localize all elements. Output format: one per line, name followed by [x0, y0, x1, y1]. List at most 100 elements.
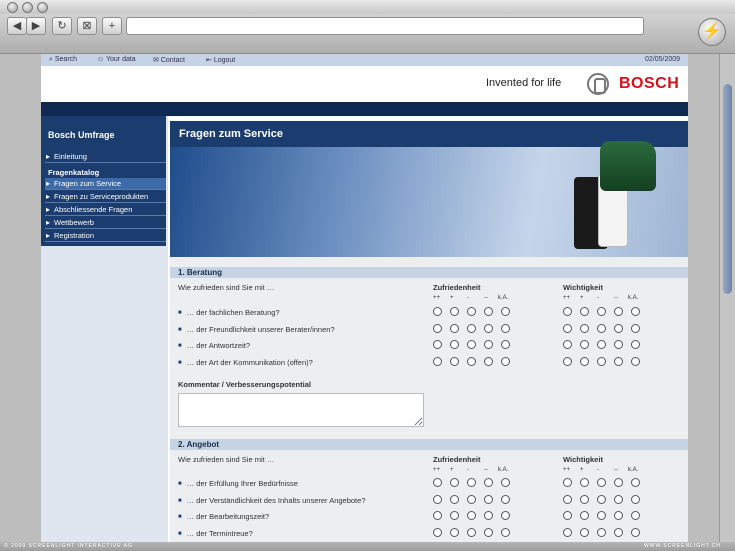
sidebar-item-einleitung[interactable]: Einleitung — [45, 151, 166, 163]
satisfaction-radio[interactable] — [433, 307, 442, 316]
satisfaction-radio[interactable] — [433, 323, 442, 333]
your-data-link[interactable]: ☺ Your data — [97, 56, 136, 63]
satisfaction-radio[interactable] — [501, 340, 510, 349]
satisfaction-radio[interactable] — [433, 494, 442, 504]
importance-radio[interactable] — [580, 527, 589, 537]
satisfaction-radio[interactable] — [467, 494, 476, 504]
forward-button[interactable]: ▶ — [26, 17, 46, 35]
importance-radio[interactable] — [580, 494, 589, 504]
satisfaction-radio[interactable] — [501, 494, 510, 504]
importance-radio[interactable] — [597, 511, 606, 520]
importance-radio[interactable] — [563, 527, 572, 537]
new-tab-button[interactable]: + — [102, 17, 122, 35]
satisfaction-radio[interactable] — [484, 527, 493, 537]
importance-radio[interactable] — [631, 307, 640, 316]
bosch-logo[interactable]: BOSCH — [619, 75, 679, 93]
satisfaction-radio[interactable] — [501, 527, 510, 537]
importance-radio[interactable] — [563, 494, 572, 504]
importance-radio[interactable] — [597, 307, 606, 316]
satisfaction-radio[interactable] — [467, 478, 476, 487]
satisfaction-radio[interactable] — [484, 511, 493, 520]
importance-radio[interactable] — [614, 478, 623, 487]
sidebar-item-wettbewerb[interactable]: Wettbewerb — [45, 217, 166, 229]
importance-radio[interactable] — [563, 307, 572, 316]
importance-radio[interactable] — [631, 356, 640, 366]
search-link[interactable]: ⌕ Search — [49, 56, 77, 64]
back-button[interactable]: ◀ — [7, 17, 27, 35]
scrollbar-thumb[interactable] — [723, 84, 732, 294]
importance-radio[interactable] — [597, 494, 606, 504]
satisfaction-radio[interactable] — [501, 478, 510, 487]
importance-radio[interactable] — [631, 527, 640, 537]
address-bar[interactable] — [126, 17, 644, 35]
satisfaction-radio[interactable] — [467, 323, 476, 333]
importance-radio[interactable] — [631, 323, 640, 333]
importance-radio[interactable] — [614, 511, 623, 520]
importance-radio[interactable] — [631, 340, 640, 349]
satisfaction-radio[interactable] — [450, 307, 459, 316]
sidebar-item-abschliessende-fragen[interactable]: Abschliessende Fragen — [45, 204, 166, 216]
importance-radio[interactable] — [631, 494, 640, 504]
importance-radio[interactable] — [580, 340, 589, 349]
satisfaction-radio[interactable] — [467, 307, 476, 316]
satisfaction-radio[interactable] — [433, 527, 442, 537]
sidebar-item-fragen-zum-service[interactable]: Fragen zum Service — [45, 178, 166, 190]
satisfaction-radio[interactable] — [450, 340, 459, 349]
satisfaction-radio[interactable] — [501, 356, 510, 366]
reload-button[interactable]: ↻ — [52, 17, 72, 35]
satisfaction-radio[interactable] — [484, 356, 493, 366]
satisfaction-radio[interactable] — [484, 494, 493, 504]
satisfaction-radio[interactable] — [450, 494, 459, 504]
importance-radio[interactable] — [563, 478, 572, 487]
satisfaction-radio[interactable] — [467, 511, 476, 520]
satisfaction-radio[interactable] — [484, 478, 493, 487]
importance-radio[interactable] — [563, 356, 572, 366]
lightning-icon[interactable]: ⚡ — [698, 18, 726, 46]
satisfaction-radio[interactable] — [501, 323, 510, 333]
importance-radio[interactable] — [597, 340, 606, 349]
contact-link[interactable]: ✉ Contact — [153, 56, 185, 64]
bookmarks-button[interactable]: ⊠ — [77, 17, 97, 35]
satisfaction-radio[interactable] — [484, 307, 493, 316]
satisfaction-radio[interactable] — [450, 511, 459, 520]
importance-radio[interactable] — [580, 356, 589, 366]
satisfaction-radio[interactable] — [433, 478, 442, 487]
satisfaction-radio[interactable] — [450, 478, 459, 487]
importance-radio[interactable] — [580, 478, 589, 487]
importance-radio[interactable] — [580, 307, 589, 316]
importance-radio[interactable] — [614, 340, 623, 349]
vertical-scrollbar[interactable] — [719, 54, 735, 542]
importance-radio[interactable] — [631, 478, 640, 487]
importance-radio[interactable] — [614, 494, 623, 504]
importance-radio[interactable] — [563, 340, 572, 349]
importance-radio[interactable] — [614, 323, 623, 333]
satisfaction-radio[interactable] — [450, 356, 459, 366]
importance-radio[interactable] — [580, 323, 589, 333]
satisfaction-radio[interactable] — [484, 323, 493, 333]
minimize-window-button[interactable] — [22, 2, 33, 13]
importance-radio[interactable] — [631, 511, 640, 520]
importance-radio[interactable] — [563, 511, 572, 520]
comment-textarea[interactable] — [178, 393, 424, 427]
importance-radio[interactable] — [614, 527, 623, 537]
importance-radio[interactable] — [563, 323, 572, 333]
zoom-window-button[interactable] — [37, 2, 48, 13]
importance-radio[interactable] — [597, 478, 606, 487]
satisfaction-radio[interactable] — [467, 356, 476, 366]
satisfaction-radio[interactable] — [450, 527, 459, 537]
sidebar-item-serviceprodukte[interactable]: Fragen zu Serviceprodukten — [45, 191, 166, 203]
satisfaction-radio[interactable] — [501, 307, 510, 316]
importance-radio[interactable] — [597, 356, 606, 366]
importance-radio[interactable] — [597, 527, 606, 537]
satisfaction-radio[interactable] — [467, 340, 476, 349]
importance-radio[interactable] — [597, 323, 606, 333]
satisfaction-radio[interactable] — [467, 527, 476, 537]
importance-radio[interactable] — [580, 511, 589, 520]
importance-radio[interactable] — [614, 307, 623, 316]
satisfaction-radio[interactable] — [433, 511, 442, 520]
satisfaction-radio[interactable] — [450, 323, 459, 333]
logout-link[interactable]: ⇤ Logout — [206, 56, 235, 64]
sidebar-item-registration[interactable]: Registration — [45, 230, 166, 242]
importance-radio[interactable] — [614, 356, 623, 366]
close-window-button[interactable] — [7, 2, 18, 13]
